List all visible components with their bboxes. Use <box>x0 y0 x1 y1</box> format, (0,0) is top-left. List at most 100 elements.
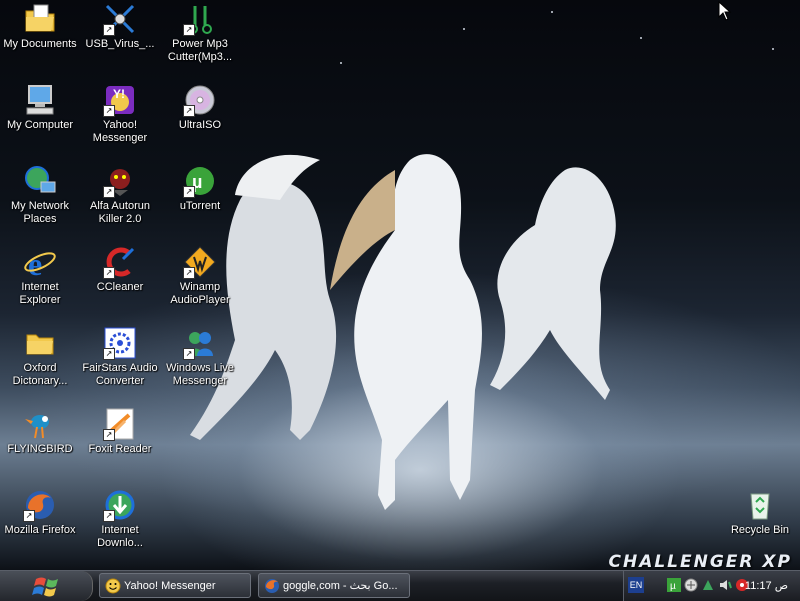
icon-label: Foxit Reader <box>88 443 152 455</box>
desktop-icon-utorrent[interactable]: µ ↗ uTorrent <box>160 164 240 213</box>
task-label: Yahoo! Messenger <box>124 580 216 592</box>
folder-documents-icon <box>23 2 57 36</box>
audio-converter-icon: ↗ <box>103 326 137 360</box>
utorrent-icon: µ ↗ <box>183 164 217 198</box>
disc-icon: ↗ <box>183 83 217 117</box>
shortcut-arrow-icon: ↗ <box>103 267 115 279</box>
taskbar-button-firefox-search[interactable]: goggle,com - بحث Go... <box>258 573 410 598</box>
desktop-icon-my-documents[interactable]: My Documents <box>0 2 80 51</box>
wallpaper-horses <box>190 154 616 511</box>
foxit-reader-icon: ↗ <box>103 407 137 441</box>
internet-explorer-icon: e <box>23 245 57 282</box>
icon-label: Internet Explorer <box>19 281 61 306</box>
desktop-icon-usb-virus[interactable]: ↗ USB_Virus_... <box>80 2 160 51</box>
usb-virus-icon: ↗ <box>103 2 137 36</box>
icon-label: Windows Live Messenger <box>166 362 234 387</box>
winamp-icon: ↗ <box>183 245 217 279</box>
shortcut-arrow-icon: ↗ <box>103 429 115 441</box>
mp3-cutter-icon: ↗ <box>183 2 217 36</box>
icon-label: Recycle Bin <box>730 524 790 536</box>
icon-label: My Documents <box>3 38 77 50</box>
shortcut-arrow-icon: ↗ <box>103 510 115 522</box>
shortcut-arrow-icon: ↗ <box>183 267 195 279</box>
star-decoration <box>340 62 342 64</box>
desktop-icon-recycle-bin[interactable]: Recycle Bin <box>720 488 800 537</box>
task-label: goggle,com - بحث Go... <box>283 580 398 592</box>
svg-text:e: e <box>28 246 42 279</box>
shortcut-arrow-icon: ↗ <box>103 186 115 198</box>
icon-label: UltraISO <box>178 119 222 131</box>
desktop-icon-power-mp3-cutter[interactable]: ↗ Power Mp3 Cutter(Mp3... <box>160 2 240 64</box>
language-indicator[interactable]: EN <box>628 577 644 593</box>
desktop-icon-my-network-places[interactable]: My Network Places <box>0 164 80 226</box>
network-places-icon <box>23 164 57 198</box>
live-messenger-icon: ↗ <box>183 326 217 360</box>
download-tray-icon[interactable] <box>701 578 715 592</box>
desktop-icon-alfa-autorun-killer[interactable]: ↗ Alfa Autorun Killer 2.0 <box>80 164 160 226</box>
icon-label: Mozilla Firefox <box>4 524 76 536</box>
desktop-icon-internet-explorer[interactable]: e Internet Explorer <box>0 245 80 307</box>
shortcut-arrow-icon: ↗ <box>23 510 35 522</box>
taskbar-button-yahoo-messenger[interactable]: Yahoo! Messenger <box>99 573 251 598</box>
desktop-icon-mozilla-firefox[interactable]: ↗ Mozilla Firefox <box>0 488 80 537</box>
shortcut-arrow-icon: ↗ <box>183 24 195 36</box>
taskbar: Yahoo! Messenger goggle,com - بحث Go... … <box>0 570 800 601</box>
mouse-cursor-icon <box>718 1 732 21</box>
icon-label: FLYINGBIRD <box>7 443 73 455</box>
speaker-tray-icon[interactable] <box>718 578 732 592</box>
svg-text:µ: µ <box>670 581 676 592</box>
icon-label: Oxford Dictonary... <box>12 362 68 387</box>
shortcut-arrow-icon: ↗ <box>183 348 195 360</box>
icon-label: Yahoo! Messenger <box>92 119 148 144</box>
icon-label: Winamp AudioPlayer <box>170 281 230 306</box>
clock[interactable]: 11:17 ص <box>745 579 788 592</box>
icon-label: uTorrent <box>179 200 221 212</box>
desktop-icon-my-computer[interactable]: My Computer <box>0 83 80 132</box>
svg-text:Y!: Y! <box>113 87 125 101</box>
icon-label: My Network Places <box>10 200 70 225</box>
shortcut-arrow-icon: ↗ <box>103 24 115 36</box>
yahoo-messenger-icon: Y! ↗ <box>103 83 137 117</box>
shortcut-arrow-icon: ↗ <box>103 105 115 117</box>
yahoo-smiley-icon <box>105 578 121 594</box>
desktop-icon-internet-download-manager[interactable]: ↗ Internet Downlo... <box>80 488 160 550</box>
star-decoration <box>463 28 465 30</box>
desktop-icon-foxit-reader[interactable]: ↗ Foxit Reader <box>80 407 160 456</box>
desktop-icon-oxford-dictionary[interactable]: Oxford Dictonary... <box>0 326 80 388</box>
desktop-background: My Documents My Computer My Network Plac… <box>0 0 800 570</box>
desktop-icon-ccleaner[interactable]: ↗ CCleaner <box>80 245 160 294</box>
icon-label: My Computer <box>6 119 74 131</box>
desktop-icon-winamp[interactable]: ↗ Winamp AudioPlayer <box>160 245 240 307</box>
recycle-bin-icon <box>743 488 777 522</box>
system-tray: µ 11:17 ص <box>623 571 800 601</box>
desktop-icon-flyingbird[interactable]: FLYINGBIRD <box>0 407 80 456</box>
autorun-killer-icon: ↗ <box>103 164 137 198</box>
download-manager-icon: ↗ <box>103 488 137 522</box>
folder-icon <box>23 326 57 360</box>
icon-label: FairStars Audio Converter <box>82 362 158 387</box>
network-tray-icon[interactable] <box>684 578 698 592</box>
desktop-icon-yahoo-messenger[interactable]: Y! ↗ Yahoo! Messenger <box>80 83 160 145</box>
shortcut-arrow-icon: ↗ <box>103 348 115 360</box>
windows-logo-icon <box>32 577 58 597</box>
desktop-icon-windows-live-messenger[interactable]: ↗ Windows Live Messenger <box>160 326 240 388</box>
icon-label: Internet Downlo... <box>97 524 143 549</box>
wallpaper-brand-text: CHALLENGER XP <box>608 552 792 570</box>
bird-icon <box>23 407 57 441</box>
icon-label: CCleaner <box>96 281 144 293</box>
shortcut-arrow-icon: ↗ <box>183 186 195 198</box>
star-decoration <box>772 48 774 50</box>
star-decoration <box>551 11 553 13</box>
icon-label: Alfa Autorun Killer 2.0 <box>90 200 150 225</box>
start-button[interactable] <box>0 571 93 601</box>
utorrent-tray-icon[interactable]: µ <box>667 578 681 592</box>
desktop-icon-ultraiso[interactable]: ↗ UltraISO <box>160 83 240 132</box>
shortcut-arrow-icon: ↗ <box>183 105 195 117</box>
firefox-icon <box>265 579 279 593</box>
ccleaner-icon: ↗ <box>103 245 137 279</box>
computer-icon <box>23 83 57 117</box>
desktop-icon-fairstars-audio-converter[interactable]: ↗ FairStars Audio Converter <box>80 326 160 388</box>
icon-label: Power Mp3 Cutter(Mp3... <box>167 38 233 63</box>
icon-label: USB_Virus_... <box>85 38 155 50</box>
star-decoration <box>640 37 642 39</box>
